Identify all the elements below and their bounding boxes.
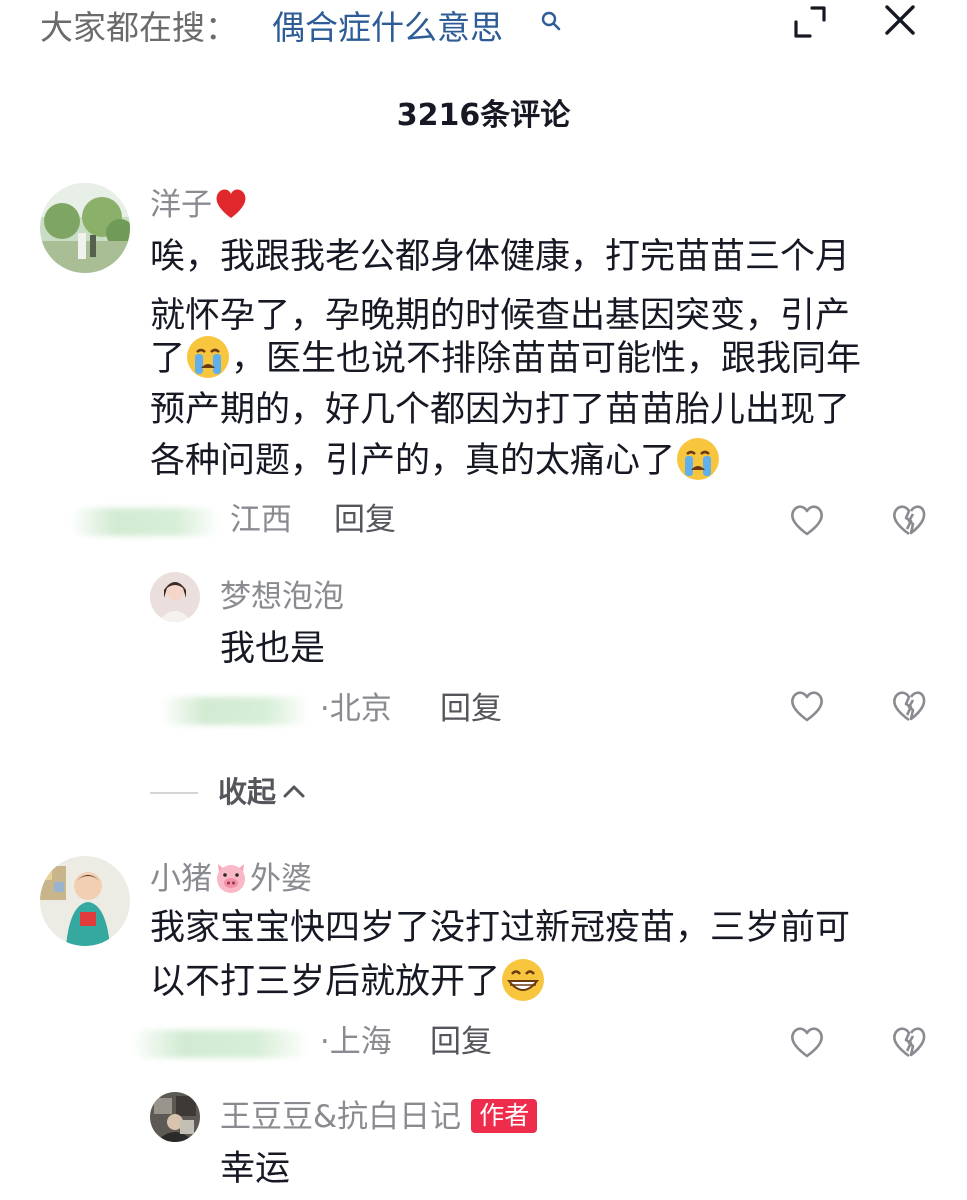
comment-count-title: 3216条评论 bbox=[396, 98, 571, 133]
author-badge: 作者 bbox=[471, 1099, 538, 1133]
comment-username[interactable]: 洋子 bbox=[150, 184, 250, 225]
broken-heart-icon[interactable] bbox=[890, 689, 928, 723]
reply-username[interactable]: 梦想泡泡 bbox=[220, 577, 344, 617]
crying-face-icon bbox=[187, 336, 230, 378]
avatar-image bbox=[40, 856, 130, 946]
blurred-timestamp bbox=[70, 507, 220, 536]
chevron-up-icon bbox=[283, 785, 305, 798]
comments-page: 大家都在搜： 偶合症什么意思 3216条评论 洋子 唉，我跟我老公都身体健康，打… bbox=[0, 0, 967, 1200]
comment-line: 以不打三岁后就放开了 bbox=[150, 953, 546, 1012]
reply-username[interactable]: 王豆豆&抗白日记 作者 bbox=[220, 1097, 538, 1137]
username-text: 王豆豆&抗白日记 bbox=[220, 1099, 462, 1135]
collapse-label: 收起 bbox=[218, 775, 277, 809]
blurred-timestamp bbox=[130, 1029, 310, 1058]
red-heart-icon bbox=[216, 189, 246, 218]
reply-button[interactable]: 回复 bbox=[430, 1022, 492, 1062]
comment-line: 各种问题，引产的，真的太痛心了 bbox=[150, 432, 721, 491]
comment-meta: 江西 bbox=[70, 500, 292, 540]
search-icon[interactable] bbox=[540, 10, 562, 32]
crying-face-icon bbox=[677, 438, 720, 480]
username-suffix: 外婆 bbox=[250, 861, 312, 897]
grinning-face-icon bbox=[502, 959, 545, 1001]
comment-username[interactable]: 小猪 外婆 bbox=[150, 858, 312, 899]
avatar[interactable] bbox=[40, 856, 130, 946]
comment-location: 江西 bbox=[229, 502, 292, 538]
blurred-timestamp bbox=[160, 696, 310, 725]
broken-heart-icon[interactable] bbox=[890, 503, 928, 537]
comment-line-text: 以不打三岁后就放开了 bbox=[150, 962, 501, 1002]
comment-location: ·上海 bbox=[319, 1024, 392, 1060]
close-icon[interactable] bbox=[880, 0, 920, 40]
reply-button[interactable]: 回复 bbox=[334, 500, 396, 540]
search-suggestion-label: 大家都在搜： bbox=[40, 8, 238, 47]
avatar[interactable] bbox=[150, 1092, 200, 1142]
pig-face-icon bbox=[217, 864, 245, 893]
comment-line: 我家宝宝快四岁了没打过新冠疫苗，三岁前可 bbox=[150, 908, 851, 948]
reply-text: 幸运 bbox=[220, 1149, 291, 1189]
comment-meta: ·上海 bbox=[130, 1022, 392, 1062]
comment-line-prefix: 了 bbox=[150, 339, 186, 379]
reply-meta: ·北京 bbox=[160, 689, 392, 729]
heart-outline-icon[interactable] bbox=[788, 503, 826, 537]
avatar-image bbox=[40, 183, 130, 273]
comment-line-rest: ，医生也说不排除苗苗可能性，跟我同年 bbox=[231, 339, 862, 379]
collapse-divider bbox=[150, 792, 198, 794]
reply-location: ·北京 bbox=[319, 691, 392, 727]
comment-line: 唉，我跟我老公都身体健康，打完苗苗三个月 bbox=[150, 237, 851, 277]
broken-heart-icon[interactable] bbox=[890, 1025, 928, 1059]
search-suggestion-term[interactable]: 偶合症什么意思 bbox=[272, 6, 503, 50]
comment-line-text: 各种问题，引产的，真的太痛心了 bbox=[150, 441, 676, 481]
avatar[interactable] bbox=[40, 183, 130, 273]
expand-icon[interactable] bbox=[790, 2, 830, 42]
reply-button[interactable]: 回复 bbox=[440, 689, 502, 729]
username-text: 洋子 bbox=[150, 187, 212, 223]
search-suggestion-bar: 大家都在搜： 偶合症什么意思 bbox=[0, 0, 967, 60]
avatar[interactable] bbox=[150, 572, 200, 622]
avatar-image bbox=[150, 1092, 200, 1142]
reply-text: 我也是 bbox=[220, 629, 326, 669]
avatar-image bbox=[150, 572, 200, 622]
username-prefix: 小猪 bbox=[150, 861, 212, 897]
heart-outline-icon[interactable] bbox=[788, 689, 826, 723]
heart-outline-icon[interactable] bbox=[788, 1025, 826, 1059]
